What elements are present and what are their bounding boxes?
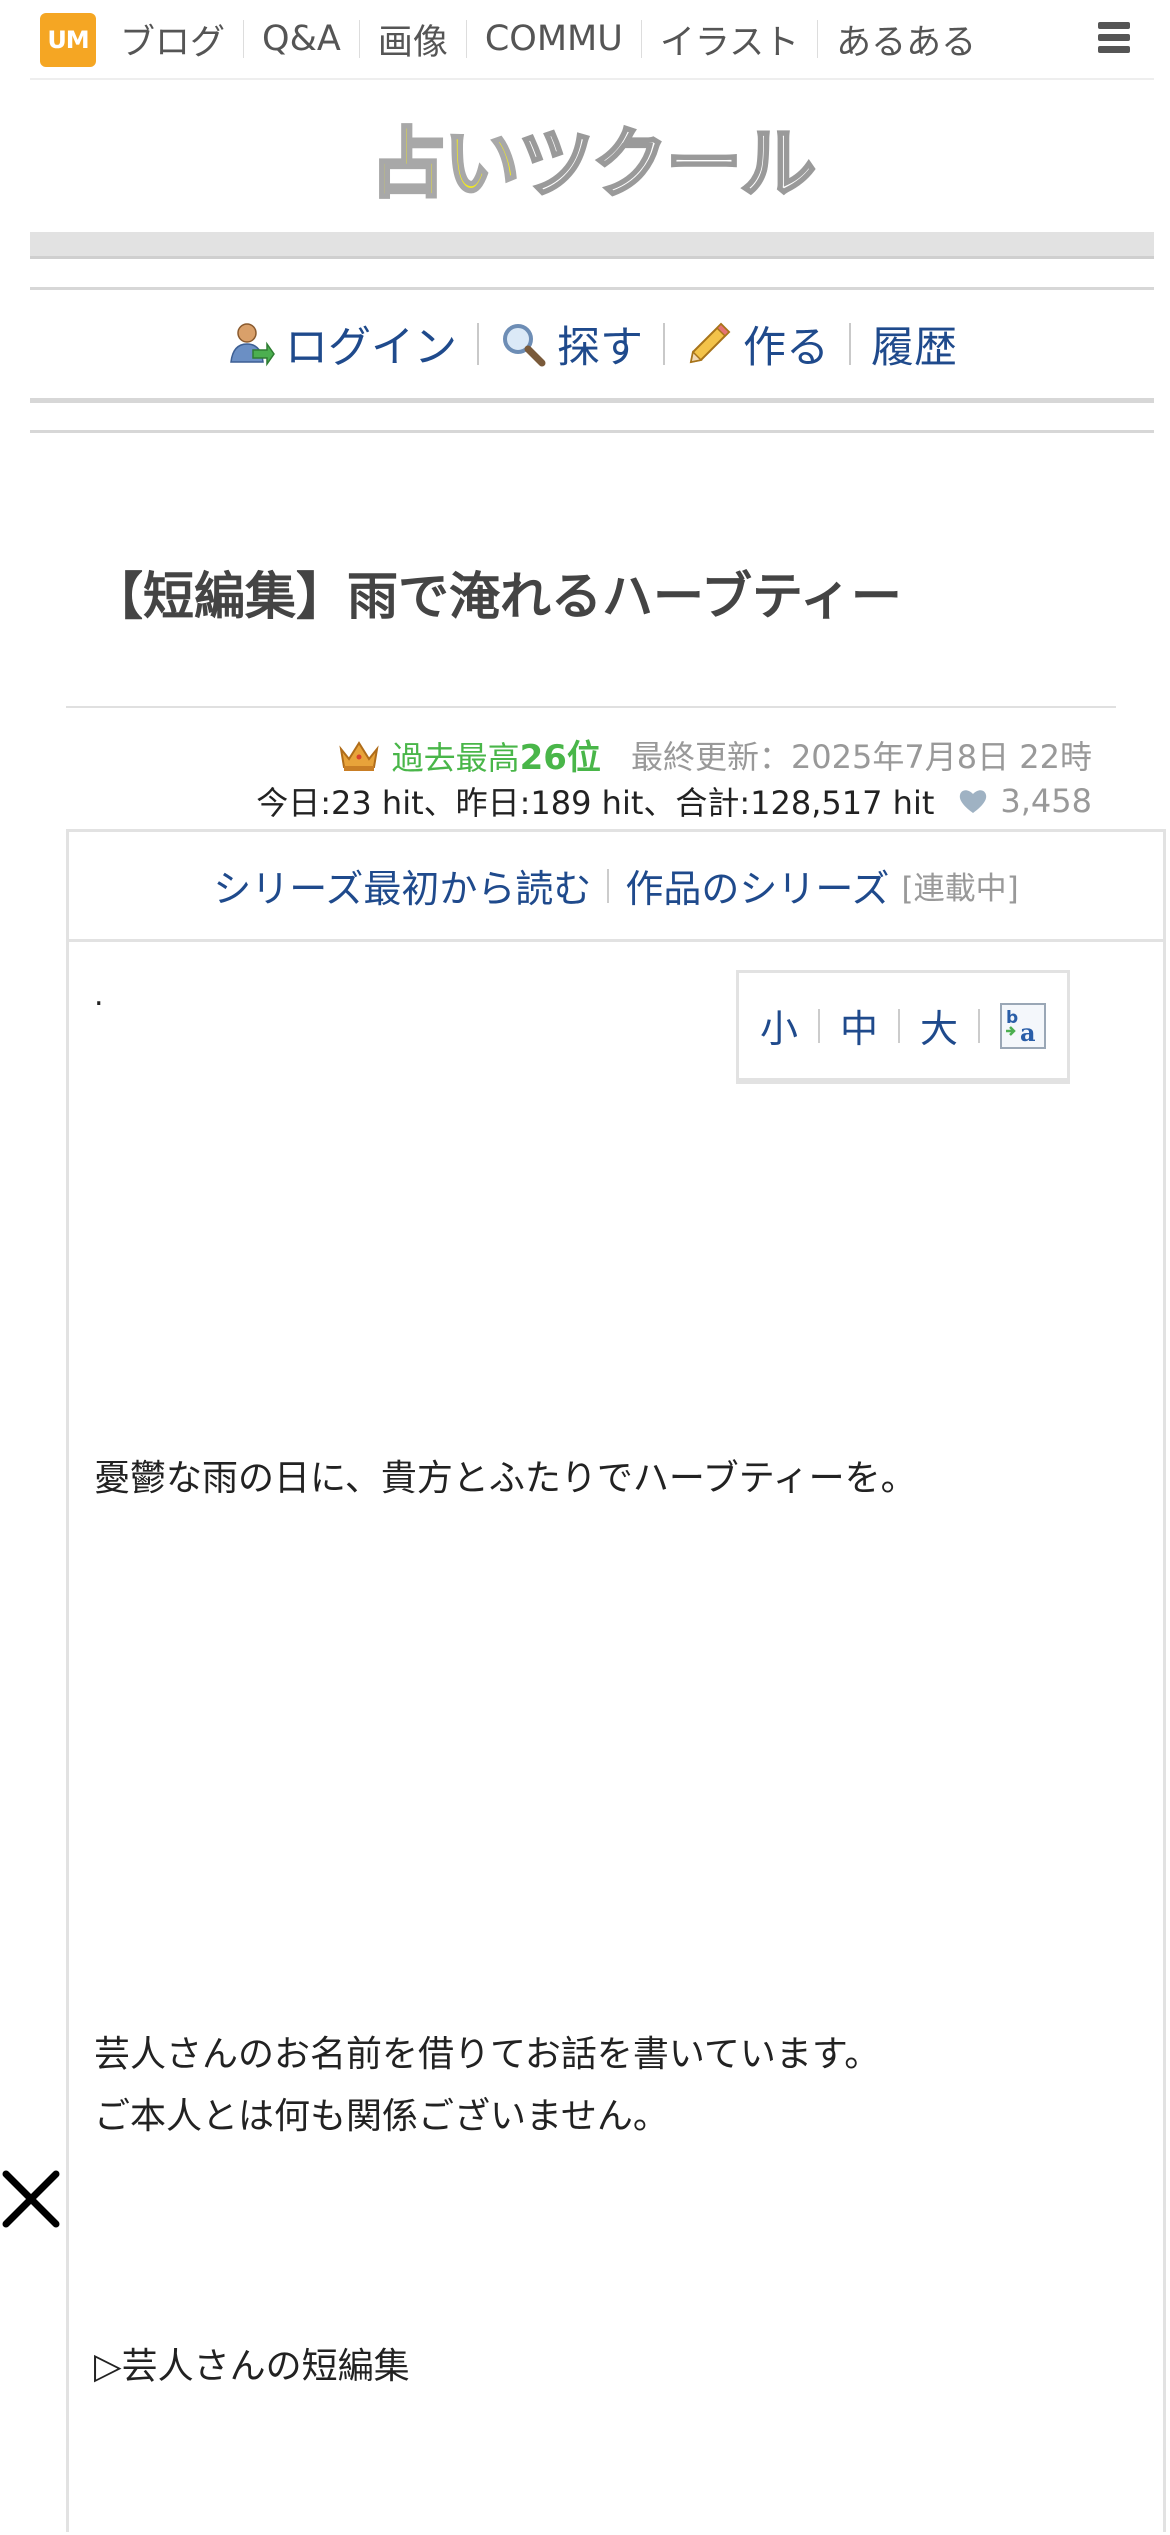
title-divider	[66, 706, 1116, 708]
font-size-medium[interactable]: 中	[840, 998, 878, 1053]
text-style-toggle-icon[interactable]: b a	[1000, 1002, 1047, 1049]
login-label: ログイン	[285, 323, 457, 373]
story-content-box	[66, 829, 1166, 2532]
user-login-icon	[230, 323, 275, 367]
create-label: 作る	[743, 323, 829, 373]
best-rank-value: 26位	[519, 738, 601, 778]
close-icon[interactable]	[0, 2168, 62, 2230]
login-link[interactable]: ログイン	[227, 313, 457, 375]
top-nav-links: ブログ Q&A 画像 COMMU イラスト あるある	[120, 0, 976, 78]
search-link[interactable]: 探す	[499, 313, 643, 375]
work-series-link[interactable]: 作品のシリーズ	[625, 858, 889, 913]
account-menu: ログイン 探す 作る 履歴	[30, 287, 1154, 403]
read-series-from-start-link[interactable]: シリーズ最初から読む	[213, 858, 591, 913]
nav-divider	[465, 20, 467, 58]
story-disclaimer-line-1: 芸人さんのお名前を借りてお話を書いています。	[94, 2034, 881, 2075]
nav-link-blog[interactable]: ブログ	[120, 14, 225, 65]
nav-divider	[243, 20, 245, 58]
body-dot: .	[94, 978, 104, 1013]
series-navigation: シリーズ最初から読む 作品のシリーズ [連載中]	[69, 832, 1163, 942]
story-intro-line: 憂鬱な雨の日に、貴方とふたりでハーブティーを。	[94, 1458, 917, 1499]
article-meta-hits: 今日:23 hit、昨日:189 hit、合計:128,517 hit 3,45…	[256, 778, 1092, 824]
nav-link-illust[interactable]: イラスト	[660, 14, 799, 65]
article-meta-rank: 過去最高26位 最終更新：2025年7月8日 22時	[338, 730, 1092, 779]
history-link[interactable]: 履歴	[871, 313, 957, 375]
site-logo[interactable]: 占いツクール	[369, 102, 818, 212]
page-title: 【短編集】雨で淹れるハーブティー	[92, 568, 902, 627]
svg-text:a: a	[1020, 1018, 1036, 1047]
history-label: 履歴	[871, 323, 957, 373]
nav-divider	[640, 20, 642, 58]
pencil-create-icon	[689, 322, 731, 364]
nav-link-aruaru[interactable]: あるある	[836, 14, 976, 65]
hit-counts: 今日:23 hit、昨日:189 hit、合計:128,517 hit	[256, 784, 935, 822]
magnifier-search-icon	[503, 324, 546, 367]
story-series-list-link[interactable]: ▷芸人さんの短編集	[94, 2336, 410, 2398]
font-size-divider	[978, 1008, 981, 1043]
svg-text:b: b	[1006, 1008, 1018, 1028]
best-rank-prefix: 過去最高	[391, 739, 520, 777]
nav-divider	[358, 20, 360, 58]
account-menu-divider	[849, 323, 851, 365]
hamburger-menu-icon[interactable]	[1098, 22, 1130, 56]
top-nav: UM ブログ Q&A 画像 COMMU イラスト あるある	[0, 0, 1170, 78]
series-divider	[607, 868, 610, 903]
header-divider-band	[30, 232, 1154, 259]
font-size-divider	[898, 1008, 900, 1043]
heart-icon	[960, 790, 987, 813]
site-header: 占いツクール	[30, 78, 1154, 234]
nav-link-qa[interactable]: Q&A	[262, 19, 341, 59]
site-logo-part1: 占い	[369, 118, 522, 210]
nav-link-commu[interactable]: COMMU	[485, 19, 623, 59]
account-menu-divider	[477, 323, 479, 365]
font-size-large[interactable]: 大	[920, 998, 958, 1053]
last-updated: 最終更新：2025年7月8日 22時	[630, 737, 1092, 776]
story-disclaimer-line-2: ご本人とは何も関係ございません。	[94, 2096, 669, 2137]
series-status: [連載中]	[901, 871, 1019, 907]
search-label: 探す	[557, 323, 643, 373]
nav-link-images[interactable]: 画像	[378, 14, 448, 65]
font-size-controls: 小 中 大 b a	[736, 970, 1070, 1084]
um-logo[interactable]: UM	[40, 13, 96, 67]
account-menu-divider	[663, 323, 665, 365]
crown-icon	[338, 740, 379, 771]
font-size-divider	[817, 1008, 820, 1043]
site-logo-part2: ツクール	[517, 118, 818, 210]
like-count: 3,458	[1000, 782, 1092, 820]
font-size-small[interactable]: 小	[760, 998, 798, 1053]
nav-divider	[817, 20, 819, 58]
create-link[interactable]: 作る	[685, 313, 829, 375]
best-rank[interactable]: 過去最高26位	[392, 730, 601, 779]
